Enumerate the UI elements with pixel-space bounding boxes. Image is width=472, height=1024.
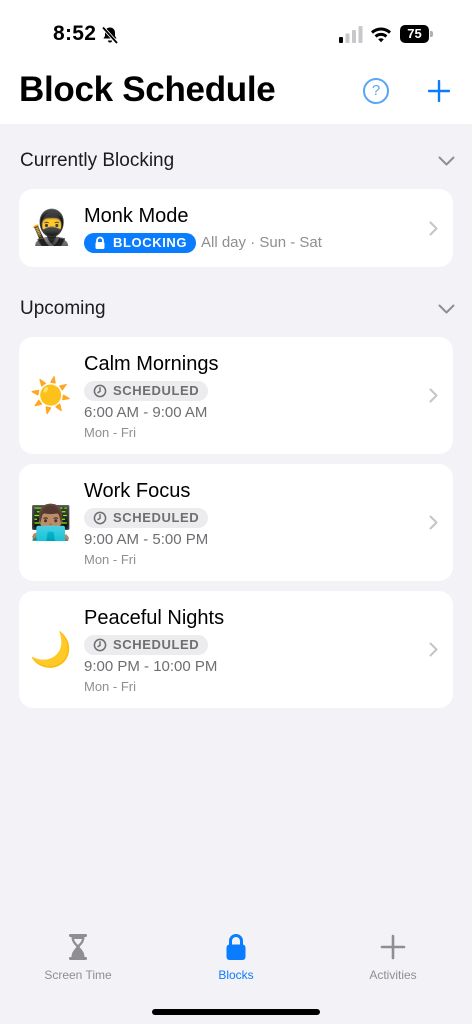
tab-label: Activities — [369, 968, 417, 982]
block-time-range: 9:00 PM - 10:00 PM — [84, 658, 218, 675]
status-badge-label: SCHEDULED — [113, 510, 200, 525]
chevron-right-icon — [429, 642, 438, 657]
chevron-down-icon[interactable] — [438, 156, 455, 166]
clock-icon — [93, 511, 107, 525]
block-card-calm-mornings[interactable]: ☀️ Calm Mornings SCHEDULED 6:00 AM - 9:0… — [19, 337, 453, 454]
technologist-icon: 👨🏽‍💻 — [29, 504, 73, 542]
status-badge-scheduled: SCHEDULED — [84, 381, 209, 401]
lock-icon — [226, 934, 246, 960]
status-badge-scheduled: SCHEDULED — [84, 635, 209, 655]
status-badge-label: BLOCKING — [113, 235, 188, 250]
block-time-range: 9:00 AM - 5:00 PM — [84, 531, 209, 548]
block-card-work-focus[interactable]: 👨🏽‍💻 Work Focus SCHEDULED 9:00 AM - 5:00… — [19, 464, 453, 581]
block-title: Peaceful Nights — [84, 607, 225, 629]
tab-screen-time[interactable]: Screen Time — [13, 932, 143, 982]
home-indicator[interactable] — [152, 1009, 320, 1015]
clock-icon — [93, 638, 107, 652]
section-header-currently-blocking: Currently Blocking — [20, 150, 175, 171]
lock-icon — [95, 236, 105, 249]
tab-label: Screen Time — [44, 968, 112, 982]
block-days: Mon - Fri — [84, 425, 136, 440]
block-title: Calm Mornings — [84, 353, 219, 375]
page-title: Block Schedule — [19, 70, 276, 109]
help-button[interactable]: ? — [363, 78, 389, 104]
block-time-range: 6:00 AM - 9:00 AM — [84, 404, 208, 421]
chevron-right-icon — [429, 221, 438, 236]
block-schedule-info: All day · Sun - Sat — [201, 234, 322, 251]
bell-slash-icon — [101, 26, 119, 45]
chevron-down-icon[interactable] — [438, 304, 455, 314]
wifi-icon — [371, 27, 391, 43]
cellular-signal-icon — [339, 26, 363, 43]
status-time: 8:52 — [53, 22, 97, 45]
tab-activities[interactable]: Activities — [328, 932, 458, 982]
block-title: Monk Mode — [84, 205, 189, 227]
section-header-upcoming: Upcoming — [20, 298, 106, 319]
chevron-right-icon — [429, 515, 438, 530]
battery-indicator: 75 — [400, 25, 429, 43]
battery-tip — [430, 31, 433, 37]
block-days: Mon - Fri — [84, 679, 136, 694]
add-block-button[interactable] — [428, 80, 450, 102]
crescent-moon-icon: 🌙 — [29, 631, 73, 669]
block-days: Mon - Fri — [84, 552, 136, 567]
status-badge-label: SCHEDULED — [113, 383, 200, 398]
status-badge-blocking: BLOCKING — [84, 233, 197, 253]
plus-icon — [380, 934, 406, 960]
block-card-peaceful-nights[interactable]: 🌙 Peaceful Nights SCHEDULED 9:00 PM - 10… — [19, 591, 453, 708]
block-title: Work Focus — [84, 480, 191, 502]
status-badge-scheduled: SCHEDULED — [84, 508, 209, 528]
status-bar: 8:52 75 — [0, 0, 472, 60]
chevron-right-icon — [429, 388, 438, 403]
block-card-monk-mode[interactable]: 🥷 Monk Mode BLOCKING All day · Sun - Sat — [19, 189, 453, 267]
tab-blocks[interactable]: Blocks — [171, 932, 301, 982]
ninja-icon: 🥷 — [29, 209, 73, 247]
clock-icon — [93, 384, 107, 398]
tab-label: Blocks — [218, 968, 254, 982]
hourglass-icon — [69, 934, 87, 960]
status-badge-label: SCHEDULED — [113, 637, 200, 652]
sun-icon: ☀️ — [29, 377, 73, 415]
